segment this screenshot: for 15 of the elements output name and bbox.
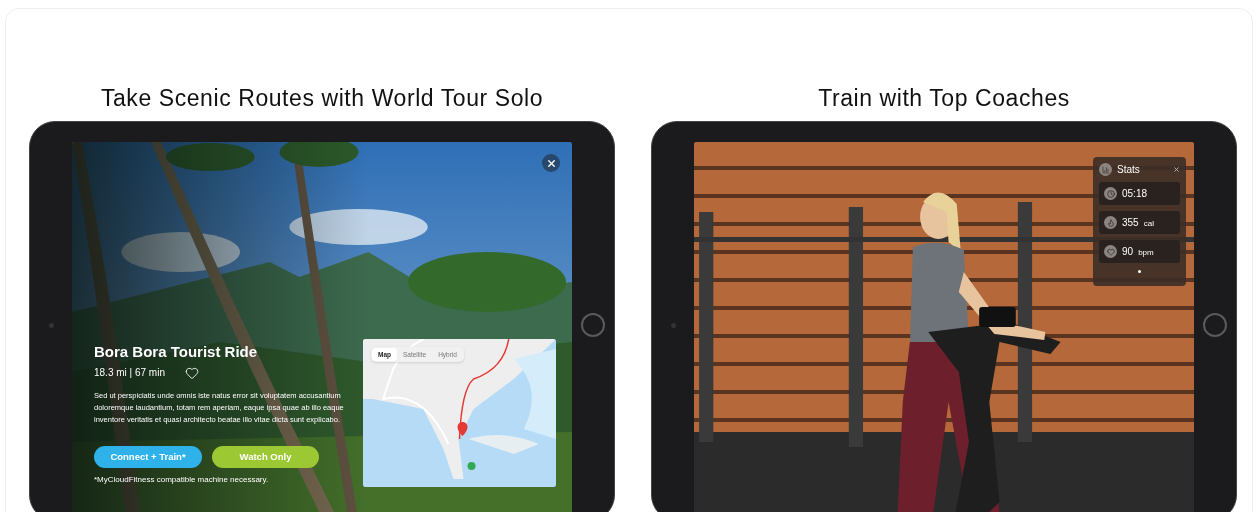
stat-value: 90 [1122, 245, 1134, 259]
panel-title: Stats [1117, 163, 1140, 177]
stat-icon [1104, 187, 1117, 200]
stat-icon [1104, 216, 1117, 229]
stat-value: 355 [1122, 216, 1139, 230]
stat-value: 05:18 [1122, 187, 1148, 201]
section-heading: Train with Top Coaches [818, 84, 1070, 113]
section-heading: Take Scenic Routes with World Tour Solo [100, 84, 544, 113]
stat-unit: cal [1143, 217, 1154, 230]
close-icon[interactable] [1173, 166, 1180, 173]
chart-icon [1099, 163, 1112, 176]
home-button[interactable] [1203, 313, 1227, 337]
home-button[interactable] [581, 313, 605, 337]
stat-icon [1104, 245, 1117, 258]
stat-unit: bpm [1138, 246, 1154, 259]
